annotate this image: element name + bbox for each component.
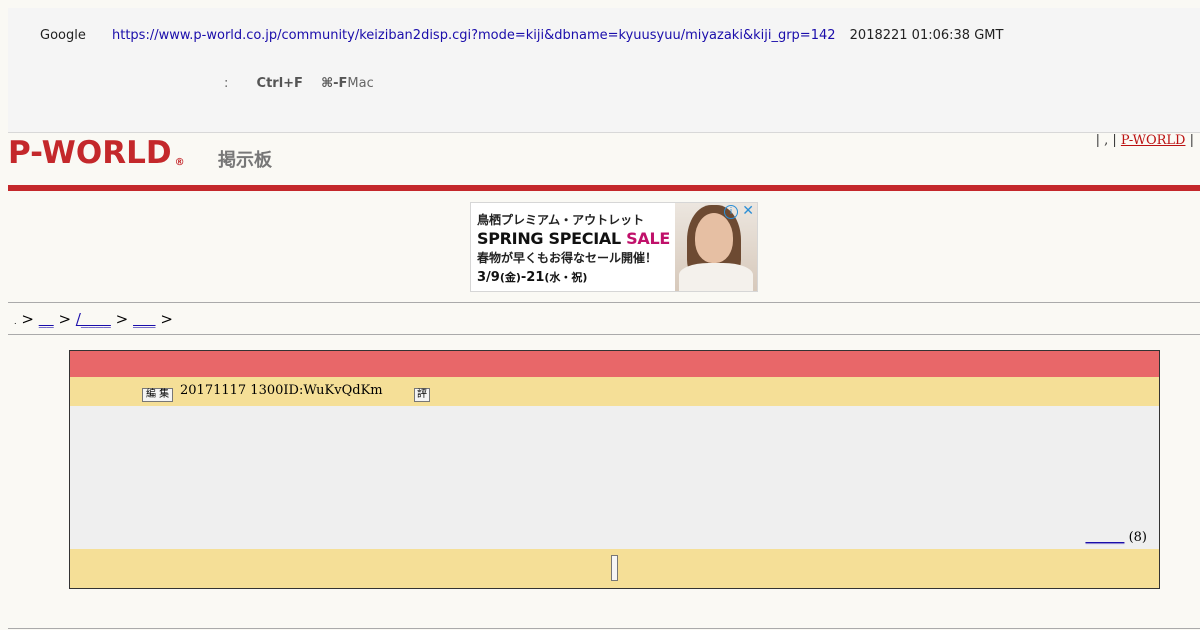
site-header: P-WORLD ® 掲示板 | , | P-WORLD | bbox=[8, 133, 1200, 185]
search-hint-line: : Ctrl+F ⌘-FMac bbox=[224, 76, 374, 91]
ad-info-icon[interactable]: i bbox=[724, 205, 738, 219]
breadcrumb-bottom-rule bbox=[8, 334, 1200, 335]
cache-header: Google https://www.p-world.co.jp/communi… bbox=[8, 8, 1200, 133]
board-post: 編 集 20171117 1300ID:WuKvQdKm 評 ______ (8… bbox=[69, 350, 1160, 589]
ad-close-icon[interactable]: ✕ bbox=[742, 203, 754, 219]
hint-colon: : bbox=[224, 76, 229, 91]
cache-info-line: Google https://www.p-world.co.jp/communi… bbox=[40, 28, 1003, 43]
breadcrumb-link-3[interactable]: ___ bbox=[133, 310, 156, 328]
top-links-prefix: | , | bbox=[1095, 133, 1117, 148]
top-links-suffix: | bbox=[1189, 133, 1194, 148]
post-meta-bar: 編 集 20171117 1300ID:WuKvQdKm 評 bbox=[70, 377, 1159, 406]
ad-photo-body bbox=[679, 263, 753, 291]
top-links: | , | P-WORLD | bbox=[1096, 133, 1194, 148]
breadcrumb-top-rule bbox=[8, 302, 1200, 303]
ad-day-end: (水・祝) bbox=[544, 271, 588, 284]
ad-line-3: 春物が早くもお得なセール開催！ bbox=[477, 251, 658, 265]
ad-sale: SALE bbox=[626, 229, 670, 248]
ad-photo-face bbox=[695, 213, 733, 263]
breadcrumb-link-2[interactable]: /____ bbox=[76, 310, 111, 328]
ad-line-4: 3/9(金)-21(水・祝) bbox=[477, 269, 587, 285]
pworld-link[interactable]: P-WORLD bbox=[1121, 133, 1186, 148]
breadcrumb: . > __ > /____ > ___ > bbox=[14, 310, 173, 328]
ad-spring-special: SPRING SPECIAL bbox=[477, 229, 627, 248]
resize-handle[interactable] bbox=[611, 555, 618, 581]
post-meta-text: 20171117 1300ID:WuKvQdKm bbox=[180, 383, 383, 398]
hint-mac: Mac bbox=[347, 76, 374, 91]
ad-line-1: 鳥栖プレミアム・アウトレット bbox=[477, 213, 645, 227]
advertisement-banner[interactable]: 鳥栖プレミアム・アウトレット SPRING SPECIAL SALE 春物が早く… bbox=[470, 202, 758, 292]
hint-key-cmd-f: ⌘-F bbox=[321, 76, 348, 91]
hint-key-ctrl-f: Ctrl+F bbox=[256, 76, 303, 91]
bottom-rule bbox=[8, 628, 1200, 629]
header-divider bbox=[8, 185, 1200, 191]
google-label: Google bbox=[40, 28, 86, 43]
breadcrumb-link-1[interactable]: __ bbox=[39, 310, 54, 328]
edit-button[interactable]: 編 集 bbox=[142, 388, 174, 402]
breadcrumb-separator: > bbox=[115, 310, 129, 328]
post-title-bar bbox=[70, 351, 1159, 377]
logo-text: P-WORLD bbox=[8, 135, 172, 171]
cached-url-link[interactable]: https://www.p-world.co.jp/community/keiz… bbox=[112, 28, 836, 43]
post-footer-bar bbox=[70, 549, 1159, 588]
reply-count: (8) bbox=[1128, 530, 1147, 545]
breadcrumb-home-dot[interactable]: . bbox=[14, 317, 17, 326]
breadcrumb-separator: > bbox=[21, 310, 34, 328]
reply-area: ______ (8) bbox=[1085, 530, 1147, 545]
site-logo[interactable]: P-WORLD ® bbox=[8, 135, 185, 171]
ad-day-start: (金) bbox=[499, 271, 521, 284]
registered-mark: ® bbox=[174, 157, 185, 168]
ad-date-end: -21 bbox=[520, 270, 545, 285]
reply-link[interactable]: ______ bbox=[1085, 530, 1124, 545]
breadcrumb-separator: > bbox=[160, 310, 173, 328]
evaluate-button[interactable]: 評 bbox=[414, 388, 430, 402]
board-title: 掲示板 bbox=[218, 150, 272, 171]
breadcrumb-separator: > bbox=[58, 310, 72, 328]
ad-date-start: 3/9 bbox=[477, 270, 500, 285]
cache-date: 2018221 01:06:38 GMT bbox=[849, 28, 1004, 43]
ad-line-2: SPRING SPECIAL SALE bbox=[477, 229, 670, 248]
